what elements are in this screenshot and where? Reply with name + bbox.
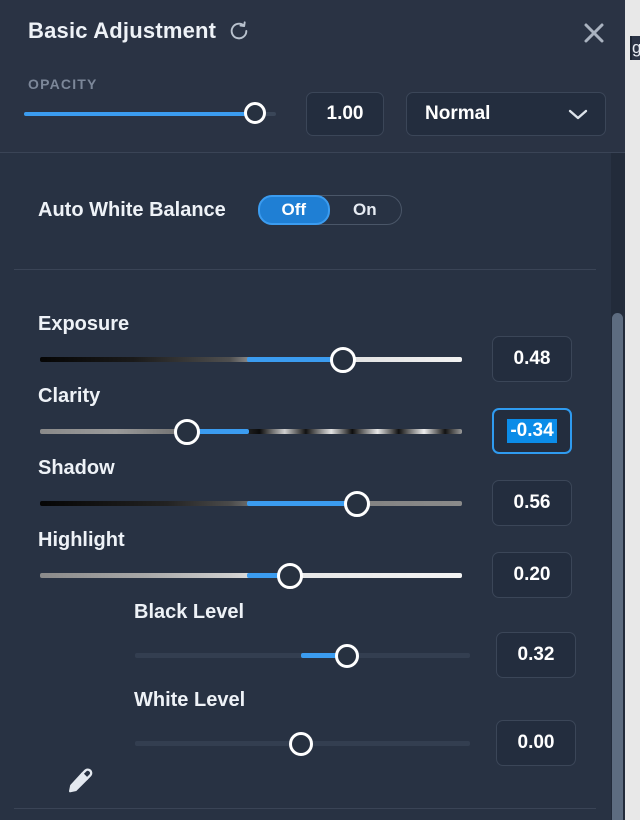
slider-knob-exposure[interactable] <box>330 347 356 373</box>
opacity-slider-fill <box>24 112 256 116</box>
opacity-value-input[interactable]: 1.00 <box>306 92 384 136</box>
section-divider-bottom <box>14 808 596 809</box>
blend-mode-value: Normal <box>425 103 491 124</box>
awb-option-on[interactable]: On <box>329 196 401 224</box>
slider-knob-clarity[interactable] <box>174 419 200 445</box>
reset-icon[interactable] <box>228 20 250 42</box>
slider-label-clarity: Clarity <box>38 385 101 407</box>
scrollbar-track[interactable] <box>611 153 625 820</box>
title-row: Basic Adjustment <box>28 18 250 44</box>
opacity-slider[interactable] <box>24 102 276 124</box>
slider-value-exposure[interactable]: 0.48 <box>492 336 572 382</box>
slider-value-black-level[interactable]: 0.32 <box>496 632 576 678</box>
auto-white-balance-toggle[interactable]: Off On <box>257 195 402 225</box>
slider-track-clarity[interactable] <box>40 429 462 434</box>
auto-white-balance-row: Auto White Balance Off On <box>38 195 402 225</box>
slider-value-clarity-text: -0.34 <box>507 419 557 443</box>
slider-knob-highlight[interactable] <box>277 563 303 589</box>
slider-value-clarity[interactable]: -0.34 <box>492 408 572 454</box>
blend-mode-select[interactable]: Normal <box>406 92 606 136</box>
slider-label-black-level: Black Level <box>134 601 245 623</box>
page-title: Basic Adjustment <box>28 18 217 43</box>
close-icon[interactable] <box>581 20 607 46</box>
background-window-sliver: g <box>630 36 640 60</box>
desktop-background <box>625 0 640 820</box>
slider-value-shadow[interactable]: 0.56 <box>492 480 572 526</box>
auto-white-balance-label: Auto White Balance <box>38 198 226 221</box>
panel-header: Basic Adjustment OPACITY 1.00 Normal <box>0 0 625 153</box>
chevron-down-icon <box>568 109 588 120</box>
slider-label-highlight: Highlight <box>38 529 125 551</box>
scrollbar-thumb[interactable] <box>612 313 623 820</box>
opacity-slider-knob[interactable] <box>244 102 266 124</box>
slider-label-white-level: White Level <box>134 689 246 711</box>
slider-value-highlight[interactable]: 0.20 <box>492 552 572 598</box>
basic-adjustment-panel: Basic Adjustment OPACITY 1.00 Normal Aut… <box>0 0 625 820</box>
section-divider-top <box>14 269 596 270</box>
panel-body: Auto White Balance Off On Exposure 0.48 … <box>0 153 625 820</box>
slider-knob-shadow[interactable] <box>344 491 370 517</box>
slider-knob-black-level[interactable] <box>335 644 359 668</box>
opacity-label: OPACITY <box>28 76 98 92</box>
slider-value-white-level[interactable]: 0.00 <box>496 720 576 766</box>
awb-option-off[interactable]: Off <box>257 195 330 225</box>
eyedropper-icon-black-level[interactable] <box>64 765 98 799</box>
slider-label-shadow: Shadow <box>38 457 115 479</box>
slider-label-exposure: Exposure <box>38 313 130 335</box>
slider-knob-white-level[interactable] <box>289 732 313 756</box>
